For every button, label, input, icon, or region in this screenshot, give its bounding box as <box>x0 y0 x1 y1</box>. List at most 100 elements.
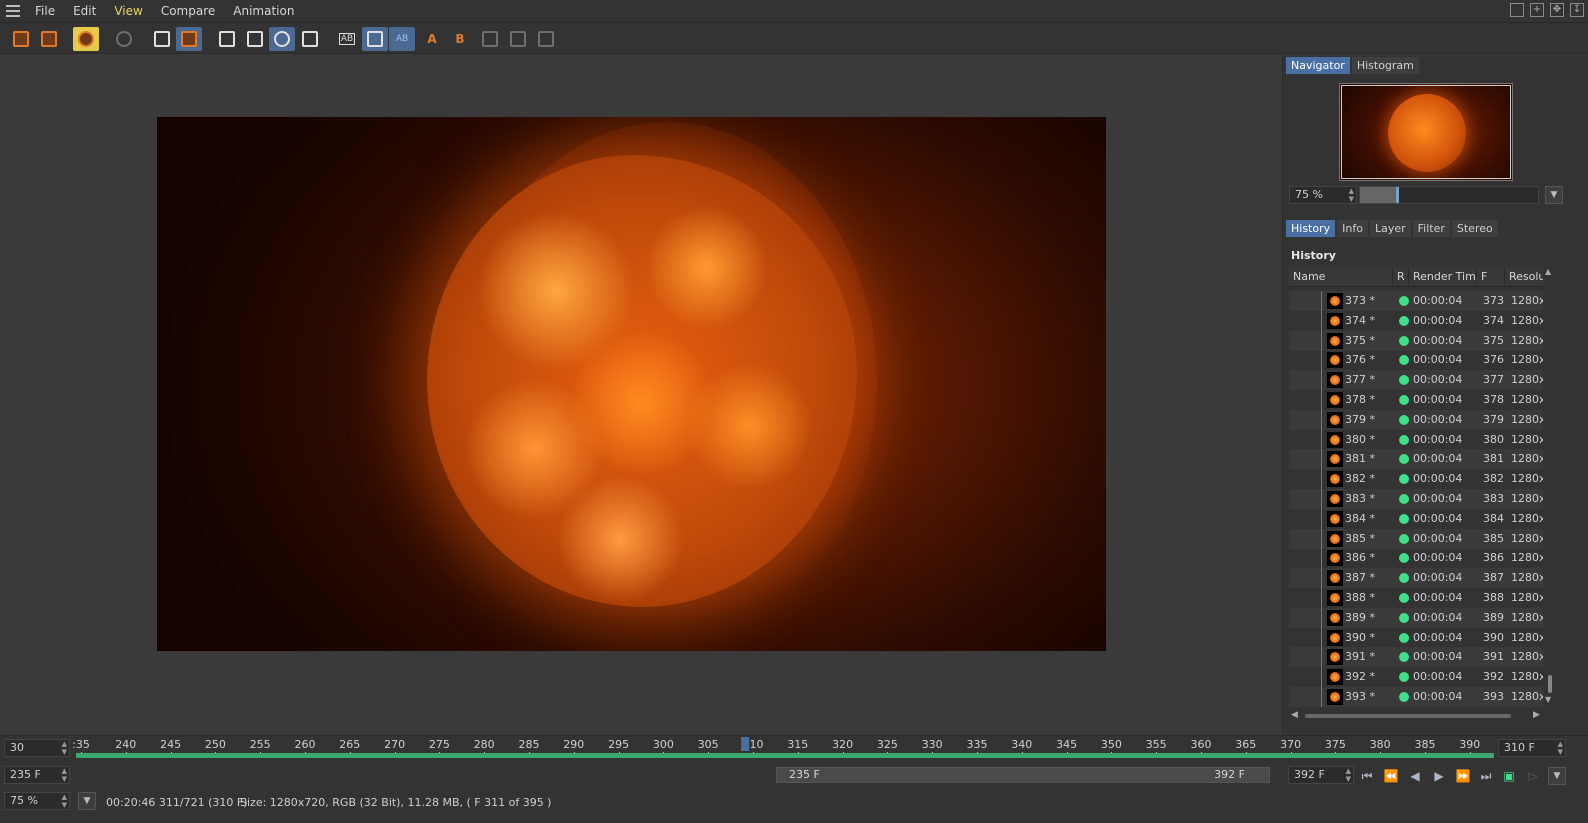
panel-layout-icon[interactable] <box>1510 3 1524 17</box>
record-icon[interactable]: ▷ <box>1524 768 1542 784</box>
view-2-icon[interactable] <box>505 27 531 51</box>
history-row[interactable]: 378 * 00:00:04 378 1280x <box>1289 390 1543 410</box>
zoom-field[interactable]: 75 % ▲ ▼ <box>1289 186 1357 204</box>
history-row[interactable]: 384 * 00:00:04 384 1280x <box>1289 508 1543 529</box>
ab-split-icon[interactable]: AB <box>389 27 415 51</box>
go-to-end-icon[interactable]: ⏭ <box>1477 768 1495 784</box>
set-a-icon[interactable]: A <box>419 27 445 51</box>
zoom-slider[interactable] <box>1359 186 1539 204</box>
col-name[interactable]: Name <box>1289 267 1393 287</box>
tab-history[interactable]: History <box>1286 220 1336 237</box>
dock-icon[interactable]: ↧ <box>1570 3 1584 17</box>
move-panel-icon[interactable]: ✥ <box>1550 3 1564 17</box>
tab-info[interactable]: Info <box>1337 220 1368 237</box>
viewport-frame[interactable] <box>1341 85 1511 179</box>
zoom-slider-knob[interactable] <box>1395 187 1399 203</box>
navigator-thumbnail[interactable] <box>1339 83 1513 181</box>
set-b-icon[interactable]: B <box>447 27 473 51</box>
history-row[interactable]: 380 * 00:00:04 380 1280x <box>1289 429 1543 450</box>
col-resolution[interactable]: Resolu <box>1505 267 1543 287</box>
prev-frame-icon[interactable]: ◀ <box>1406 768 1424 784</box>
spin-arrows-icon[interactable]: ▲ ▼ <box>1558 740 1563 756</box>
go-to-start-icon[interactable]: ⏮ <box>1358 768 1376 784</box>
scroll-down-icon[interactable]: ▼ <box>1545 695 1551 704</box>
history-row[interactable]: 388 * 00:00:04 388 1280x <box>1289 588 1543 608</box>
region-icon[interactable] <box>214 27 240 51</box>
picture-viewport[interactable] <box>0 55 1282 735</box>
history-row[interactable]: 374 * 00:00:04 374 1280x <box>1289 310 1543 331</box>
history-hscroll[interactable]: ◀ ▶ <box>1289 710 1547 722</box>
hamburger-menu-icon[interactable] <box>0 0 26 22</box>
menu-view[interactable]: View <box>105 0 151 22</box>
timeline-ruler[interactable]: :35 240 245 250 255 260 265 270 275 280 285 290 295 3… <box>72 736 1494 762</box>
history-row[interactable]: 392 * 00:00:04 392 1280x <box>1289 667 1543 688</box>
spin-arrows-icon[interactable]: ▲ ▼ <box>1349 187 1354 203</box>
tab-filter[interactable]: Filter <box>1412 220 1450 237</box>
fps-field[interactable]: 30 ▲ ▼ <box>4 739 70 757</box>
open-icon[interactable] <box>8 27 34 51</box>
scroll-thumb[interactable] <box>1548 675 1552 693</box>
range-end-field[interactable]: 392 F ▲ ▼ <box>1288 766 1354 784</box>
ab-toggle-icon[interactable] <box>362 27 388 51</box>
hscroll-thumb[interactable] <box>1305 714 1511 718</box>
copy-icon[interactable] <box>149 27 175 51</box>
col-r[interactable]: R <box>1393 267 1409 287</box>
scroll-right-icon[interactable]: ▶ <box>1533 710 1540 720</box>
history-row[interactable]: 375 * 00:00:04 375 1280x <box>1289 330 1543 351</box>
ab-compare-icon[interactable]: AB <box>334 27 360 51</box>
history-row[interactable]: 390 * 00:00:04 390 1280x <box>1289 627 1543 648</box>
layers-icon[interactable] <box>176 27 202 51</box>
history-row[interactable]: 386 * 00:00:04 386 1280x <box>1289 548 1543 569</box>
play-icon[interactable]: ▶ <box>1430 768 1448 784</box>
history-row[interactable]: 381 * 00:00:04 381 1280x <box>1289 449 1543 470</box>
playback-dropdown-icon[interactable]: ▼ <box>1548 767 1566 785</box>
spin-arrows-icon[interactable]: ▲ ▼ <box>62 767 67 783</box>
history-row[interactable]: 393 * 00:00:04 393 1280x <box>1289 687 1543 707</box>
next-frame-icon[interactable]: ⏩ <box>1454 768 1472 784</box>
history-row[interactable]: 383 * 00:00:04 383 1280x <box>1289 489 1543 509</box>
spin-arrows-icon[interactable]: ▲ ▼ <box>62 793 67 809</box>
menu-animation[interactable]: Animation <box>224 0 303 22</box>
history-row[interactable]: 379 * 00:00:04 379 1280x <box>1289 409 1543 430</box>
preview-range-bar[interactable]: 235 F 392 F <box>776 767 1270 783</box>
history-vscroll[interactable]: ▲ ▼ <box>1545 267 1557 707</box>
history-row[interactable]: 387 * 00:00:04 387 1280x <box>1289 568 1543 589</box>
history-row[interactable]: 377 * 00:00:04 377 1280x <box>1289 370 1543 391</box>
current-frame-marker[interactable] <box>741 737 749 751</box>
history-row[interactable]: 376 * 00:00:04 376 1280x <box>1289 350 1543 371</box>
spin-arrows-icon[interactable]: ▲ ▼ <box>62 740 67 756</box>
stop-icon[interactable] <box>111 27 137 51</box>
scroll-up-icon[interactable]: ▲ <box>1545 267 1551 276</box>
scroll-left-icon[interactable]: ◀ <box>1291 710 1298 720</box>
start-frame-field[interactable]: 235 F ▲ ▼ <box>4 766 70 784</box>
region-render-icon[interactable] <box>242 27 268 51</box>
zoom-dropdown-icon[interactable]: ▼ <box>1545 186 1563 204</box>
col-render-time[interactable]: Render Time <box>1409 267 1477 287</box>
save-icon[interactable] <box>36 27 62 51</box>
tab-navigator[interactable]: Navigator <box>1286 57 1350 74</box>
history-row[interactable]: 373 * 00:00:04 373 1280x <box>1289 291 1543 311</box>
menu-compare[interactable]: Compare <box>152 0 224 22</box>
spin-arrows-icon[interactable]: ▲ ▼ <box>1346 767 1351 783</box>
loop-icon[interactable]: ▣ <box>1500 768 1518 784</box>
tab-histogram[interactable]: Histogram <box>1351 57 1419 74</box>
prev-key-icon[interactable]: ⏪ <box>1382 768 1400 784</box>
history-row[interactable]: 382 * 00:00:04 382 1280x <box>1289 469 1543 490</box>
new-panel-icon[interactable]: + <box>1530 3 1544 17</box>
menu-edit[interactable]: Edit <box>64 0 105 22</box>
col-frame[interactable]: F <box>1477 267 1505 287</box>
status-dropdown-icon[interactable]: ▼ <box>78 792 96 810</box>
status-zoom-field[interactable]: 75 % ▲ ▼ <box>4 792 70 810</box>
history-row[interactable]: 389 * 00:00:04 389 1280x <box>1289 607 1543 628</box>
shadow-icon[interactable] <box>297 27 323 51</box>
render-settings-icon[interactable] <box>73 27 99 51</box>
history-row[interactable]: 385 * 00:00:04 385 1280x <box>1289 528 1543 549</box>
view-3-icon[interactable] <box>533 27 559 51</box>
end-frame-field[interactable]: 310 F ▲ ▼ <box>1498 739 1566 757</box>
interactive-render-icon[interactable] <box>269 27 295 51</box>
view-1-icon[interactable] <box>477 27 503 51</box>
history-row[interactable]: 391 * 00:00:04 391 1280x <box>1289 647 1543 668</box>
menu-file[interactable]: File <box>26 0 64 22</box>
tab-layer[interactable]: Layer <box>1369 220 1411 237</box>
tab-stereo[interactable]: Stereo <box>1451 220 1498 237</box>
